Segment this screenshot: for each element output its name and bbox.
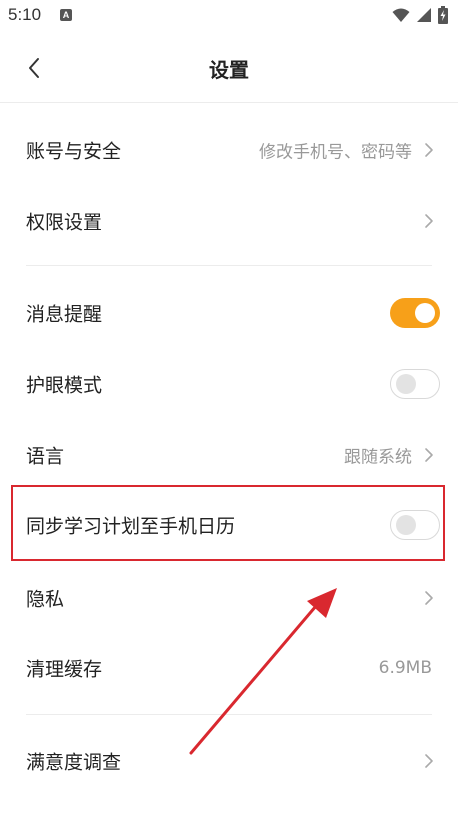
- chevron-right-icon: [425, 213, 433, 228]
- chevron-right-icon: [425, 447, 433, 462]
- account-label: 账号与安全: [26, 140, 122, 162]
- notification-a-icon: A: [60, 9, 72, 21]
- toggle-knob: [396, 373, 416, 394]
- language-label: 语言: [26, 445, 65, 467]
- page-title: 设置: [209, 58, 249, 82]
- permissions-label: 权限设置: [26, 211, 103, 233]
- toggle-knob: [415, 302, 435, 323]
- chevron-right-icon: [425, 590, 433, 605]
- eye-care-label: 护眼模式: [26, 374, 103, 396]
- account-value: 修改手机号、密码等: [259, 142, 412, 162]
- header: 设置: [0, 32, 458, 103]
- cache-label: 清理缓存: [26, 658, 103, 680]
- survey-label: 满意度调查: [26, 751, 122, 773]
- eye-care-toggle[interactable]: [390, 368, 440, 399]
- signal-icon: [417, 8, 431, 22]
- settings-row-account[interactable]: 账号与安全 修改手机号、密码等: [0, 114, 458, 185]
- privacy-label: 隐私: [26, 588, 65, 610]
- language-value: 跟随系统: [344, 447, 412, 467]
- status-time: 5:10: [8, 5, 42, 24]
- status-bar: 5:10 A: [0, 0, 458, 32]
- settings-row-survey[interactable]: 满意度调查: [0, 725, 458, 796]
- status-icons: [392, 6, 448, 24]
- notifications-toggle[interactable]: [390, 297, 440, 328]
- notifications-label: 消息提醒: [26, 303, 103, 325]
- chevron-right-icon: [425, 142, 433, 157]
- section-divider: [26, 714, 432, 715]
- settings-row-language[interactable]: 语言 跟随系统: [0, 419, 458, 490]
- cache-size-value: 6.9MB: [378, 657, 432, 678]
- settings-row-privacy[interactable]: 隐私: [0, 562, 458, 633]
- section-divider: [26, 265, 432, 266]
- settings-row-cache[interactable]: 清理缓存 6.9MB: [0, 632, 458, 703]
- chevron-right-icon: [425, 753, 433, 768]
- battery-charging-icon: [438, 6, 448, 24]
- settings-row-notifications: 消息提醒: [0, 277, 458, 348]
- settings-row-eye-care: 护眼模式: [0, 348, 458, 419]
- wifi-icon: [392, 8, 410, 22]
- highlight-annotation-box: [11, 485, 445, 561]
- settings-row-permissions[interactable]: 权限设置: [0, 185, 458, 256]
